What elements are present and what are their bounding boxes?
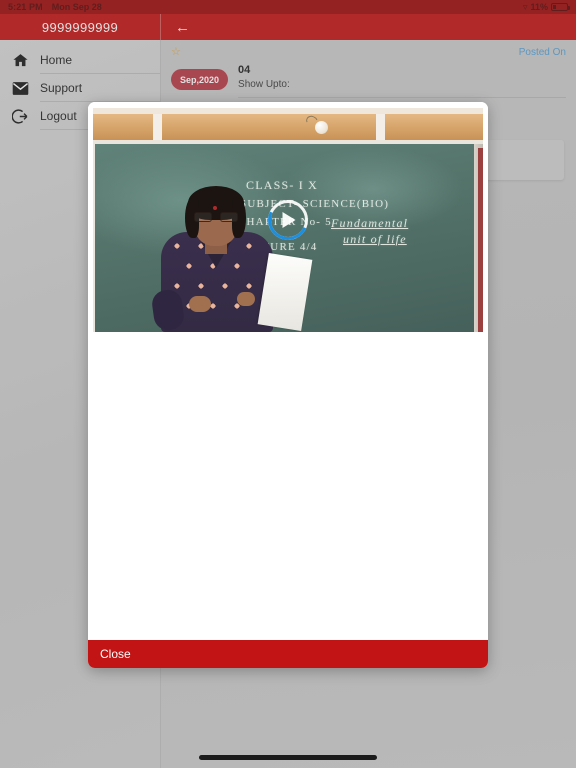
blackboard-red-edge xyxy=(478,148,483,332)
teacher-hand xyxy=(189,296,211,312)
wood-seam xyxy=(376,114,385,140)
teacher-glasses xyxy=(193,211,239,222)
teacher-bindi xyxy=(213,206,217,210)
hanging-ball xyxy=(315,121,328,134)
home-indicator xyxy=(199,755,377,760)
close-button-label: Close xyxy=(100,647,131,661)
video-player[interactable]: CLASS- I X SUBJECT- SCIENCE(BIO) CHAPTER… xyxy=(93,108,483,332)
teacher-hand xyxy=(237,292,255,306)
video-modal: CLASS- I X SUBJECT- SCIENCE(BIO) CHAPTER… xyxy=(88,102,488,668)
video-container: CLASS- I X SUBJECT- SCIENCE(BIO) CHAPTER… xyxy=(88,102,488,332)
play-button-icon[interactable] xyxy=(262,194,314,246)
modal-body xyxy=(88,332,488,640)
wood-seam xyxy=(153,114,162,140)
blackboard-line-topic-2: unit of life xyxy=(343,232,407,246)
close-button[interactable]: Close xyxy=(88,640,488,668)
blackboard-line-topic-1: Fundamental xyxy=(331,216,409,230)
app-root: 5:21 PM Mon Sep 28 ▿ 11% 9999999999 ← Ho… xyxy=(0,0,576,768)
play-triangle xyxy=(282,212,296,228)
wood-panel xyxy=(93,114,483,140)
